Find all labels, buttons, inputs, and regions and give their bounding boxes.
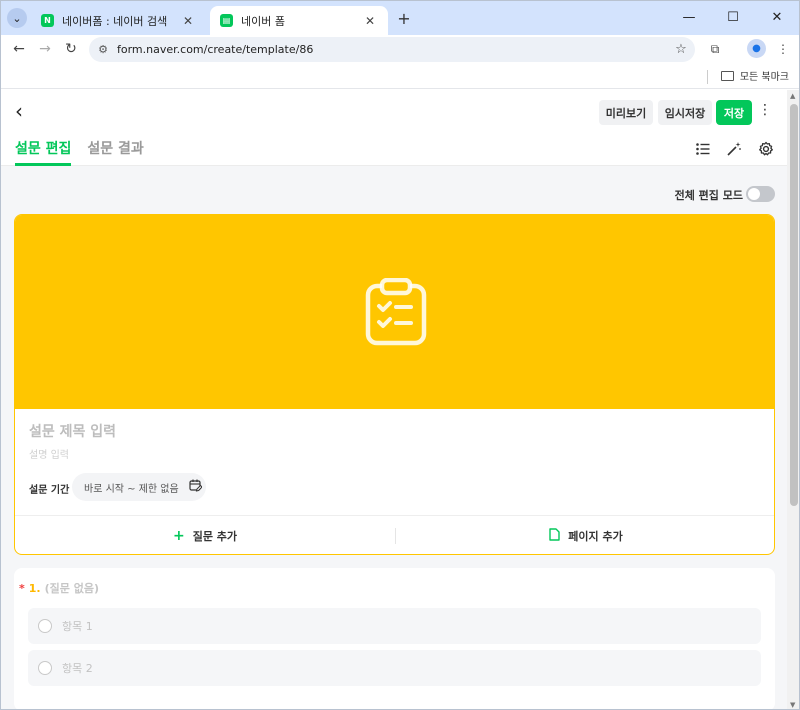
site-info-icon[interactable]: ⚙ — [89, 43, 117, 56]
survey-period-value: 바로 시작 ~ 제한 없음 — [84, 483, 179, 495]
form-favicon-icon: ▤ — [220, 14, 233, 27]
save-button[interactable]: 저장 — [716, 100, 752, 125]
forward-arrow-icon[interactable]: → — [33, 37, 57, 61]
question-card[interactable]: * 1. (질문 없음) 항목 1 항목 2 — [14, 568, 775, 709]
url-text[interactable]: form.naver.com/create/template/86 — [117, 43, 667, 56]
clipboard-check-icon — [365, 278, 426, 346]
bookmark-star-icon[interactable]: ☆ — [667, 42, 695, 57]
form-title-input[interactable]: 설문 제목 입력 — [29, 421, 116, 441]
reload-icon[interactable]: ↻ — [59, 37, 83, 61]
cover-banner[interactable] — [15, 215, 774, 409]
tab-search-icon[interactable]: ⌄ — [7, 8, 27, 28]
scrollbar-thumb[interactable] — [790, 104, 798, 506]
browser-window: ⌄ N 네이버폼 : 네이버 검색 ✕ ▤ 네이버 폼 ✕ + — ☐ ✕ ← … — [0, 0, 800, 710]
browser-tab-search[interactable]: N 네이버폼 : 네이버 검색 ✕ — [31, 6, 206, 35]
full-edit-mode-toggle[interactable] — [746, 186, 775, 202]
new-tab-icon[interactable]: + — [393, 7, 415, 29]
option-item[interactable]: 항목 1 — [28, 608, 761, 644]
list-view-icon[interactable] — [694, 140, 712, 158]
radio-icon — [38, 661, 52, 675]
all-bookmarks-button[interactable]: 모든 북마크 — [720, 68, 789, 83]
scroll-up-icon[interactable]: ▲ — [790, 92, 795, 100]
close-window-icon[interactable]: ✕ — [755, 1, 799, 33]
edit-mode-bar: 전체 편집 모드 — [1, 183, 787, 205]
tab-title: 네이버폼 : 네이버 검색 — [62, 14, 168, 28]
question-title[interactable]: (질문 없음) — [45, 580, 99, 596]
add-question-button[interactable]: + 질문 추가 — [15, 528, 395, 544]
plus-icon: + — [172, 528, 185, 544]
form-header-card: 설문 제목 입력 설명 입력 설문 기간 바로 시작 ~ 제한 없음 + 질문 … — [14, 214, 775, 555]
option-item[interactable]: 항목 2 — [28, 650, 761, 686]
option-label[interactable]: 항목 2 — [62, 660, 93, 676]
survey-period-label: 설문 기간 — [29, 485, 70, 496]
page-scrollbar[interactable]: ▲ ▼ — [787, 90, 799, 709]
browser-tab-form[interactable]: ▤ 네이버 폼 ✕ — [210, 6, 388, 35]
question-number: 1. — [28, 581, 41, 595]
add-actions-bar: + 질문 추가 페이지 추가 — [15, 515, 774, 554]
maximize-icon[interactable]: ☐ — [711, 1, 755, 33]
bookmarks-divider — [707, 70, 708, 84]
app-header: ‹ 미리보기 임시저장 저장 ⋮ 설문 편집 설문 결과 — [1, 90, 787, 166]
back-chevron-icon[interactable]: ‹ — [15, 100, 35, 122]
tab-survey-edit[interactable]: 설문 편집 — [15, 138, 72, 166]
add-page-button[interactable]: 페이지 추가 — [396, 527, 774, 545]
calendar-edit-icon — [189, 479, 203, 495]
naver-favicon-icon: N — [41, 14, 54, 27]
page-icon — [549, 527, 560, 545]
form-description-input[interactable]: 설명 입력 — [29, 446, 69, 461]
scroll-down-icon[interactable]: ▼ — [790, 701, 795, 709]
close-tab-icon[interactable]: ✕ — [362, 14, 378, 28]
folder-icon — [720, 70, 734, 81]
toggle-knob — [748, 188, 760, 200]
all-bookmarks-label: 모든 북마크 — [739, 72, 789, 83]
address-bar[interactable]: ⚙ form.naver.com/create/template/86 ☆ — [89, 37, 695, 62]
save-draft-button[interactable]: 임시저장 — [658, 100, 712, 125]
preview-button[interactable]: 미리보기 — [599, 100, 653, 125]
browser-menu-icon[interactable]: ⋮ — [773, 39, 793, 59]
page-content: ‹ 미리보기 임시저장 저장 ⋮ 설문 편집 설문 결과 전체 편집 모드 설문… — [1, 90, 787, 709]
magic-wand-icon[interactable] — [725, 140, 743, 158]
minimize-icon[interactable]: — — [667, 1, 711, 33]
editor-tabs: 설문 편집 설문 결과 — [15, 138, 160, 166]
full-edit-mode-label: 전체 편집 모드 — [674, 189, 743, 202]
option-label[interactable]: 항목 1 — [62, 618, 93, 634]
extensions-icon[interactable]: ⧉ — [705, 39, 725, 59]
settings-gear-icon[interactable] — [757, 140, 775, 158]
required-asterisk: * — [19, 581, 25, 595]
back-arrow-icon[interactable]: ← — [7, 37, 31, 61]
close-tab-icon[interactable]: ✕ — [180, 14, 196, 28]
survey-period-selector[interactable]: 바로 시작 ~ 제한 없음 — [72, 473, 206, 501]
radio-icon — [38, 619, 52, 633]
more-options-icon[interactable]: ⋮ — [758, 102, 772, 122]
bookmarks-bar: 모든 북마크 — [1, 63, 799, 89]
question-heading[interactable]: * 1. (질문 없음) — [19, 580, 99, 596]
browser-toolbar: ← → ↻ ⚙ form.naver.com/create/template/8… — [1, 35, 799, 63]
tab-title: 네이버 폼 — [241, 14, 285, 28]
add-page-label: 페이지 추가 — [568, 530, 623, 543]
tab-survey-results[interactable]: 설문 결과 — [87, 138, 143, 166]
profile-avatar-icon[interactable]: ● — [747, 39, 766, 58]
tab-strip: ⌄ N 네이버폼 : 네이버 검색 ✕ ▤ 네이버 폼 ✕ + — ☐ ✕ — [1, 1, 799, 35]
add-question-label: 질문 추가 — [192, 530, 238, 543]
